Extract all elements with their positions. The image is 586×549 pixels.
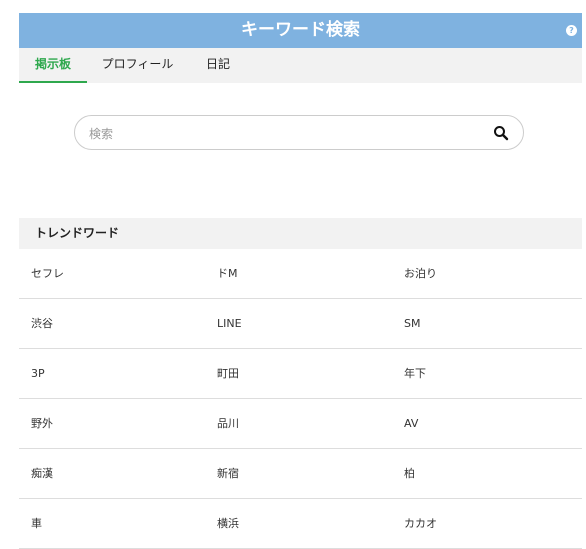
trend-row: 渋谷 LINE SM — [19, 299, 582, 349]
trend-word-link[interactable]: AV — [404, 399, 418, 448]
trend-word-link[interactable]: 町田 — [217, 349, 239, 398]
trend-word-link[interactable]: セフレ — [31, 249, 64, 298]
tab-label: プロフィール — [101, 57, 174, 71]
trend-word-link[interactable]: カカオ — [404, 499, 437, 548]
trend-word-link[interactable]: 野外 — [31, 399, 53, 448]
help-icon[interactable]: ? — [566, 25, 577, 36]
tab-bar: 掲示板 プロフィール 日記 — [19, 48, 582, 83]
tab-profile[interactable]: プロフィール — [99, 48, 176, 83]
trend-word-link[interactable]: 年下 — [404, 349, 426, 398]
trend-word-link[interactable]: 車 — [31, 499, 42, 548]
trend-row: セフレ ドM お泊り — [19, 249, 582, 299]
trend-word-link[interactable]: 品川 — [217, 399, 239, 448]
trend-row: 車 横浜 カカオ — [19, 499, 582, 549]
trend-words-heading: トレンドワード — [19, 218, 582, 249]
trend-row: 痴漢 新宿 柏 — [19, 449, 582, 499]
page-header: キーワード検索 ? — [19, 13, 582, 48]
tab-bulletin-board[interactable]: 掲示板 — [19, 48, 87, 83]
trend-word-link[interactable]: SM — [404, 299, 420, 348]
trend-word-link[interactable]: お泊り — [404, 249, 437, 298]
search-input[interactable] — [87, 122, 471, 145]
trend-word-link[interactable]: ドM — [217, 249, 238, 298]
trend-word-link[interactable]: 3P — [31, 349, 45, 398]
search-box — [74, 115, 524, 150]
search-area — [19, 83, 582, 218]
keyword-search-panel: キーワード検索 ? 掲示板 プロフィール 日記 トレンドワード セフレ ドM お… — [19, 13, 582, 549]
trend-row: 野外 品川 AV — [19, 399, 582, 449]
search-icon[interactable] — [493, 125, 509, 141]
trend-word-link[interactable]: 痴漢 — [31, 449, 53, 498]
tab-label: 掲示板 — [34, 57, 71, 71]
trend-row: 3P 町田 年下 — [19, 349, 582, 399]
tab-label: 日記 — [205, 57, 230, 71]
trend-word-link[interactable]: 柏 — [404, 449, 415, 498]
trend-word-link[interactable]: 新宿 — [217, 449, 239, 498]
page-title: キーワード検索 — [241, 20, 360, 40]
tab-diary[interactable]: 日記 — [203, 48, 233, 83]
trend-word-link[interactable]: LINE — [217, 299, 242, 348]
trend-word-link[interactable]: 横浜 — [217, 499, 239, 548]
trend-word-link[interactable]: 渋谷 — [31, 299, 53, 348]
